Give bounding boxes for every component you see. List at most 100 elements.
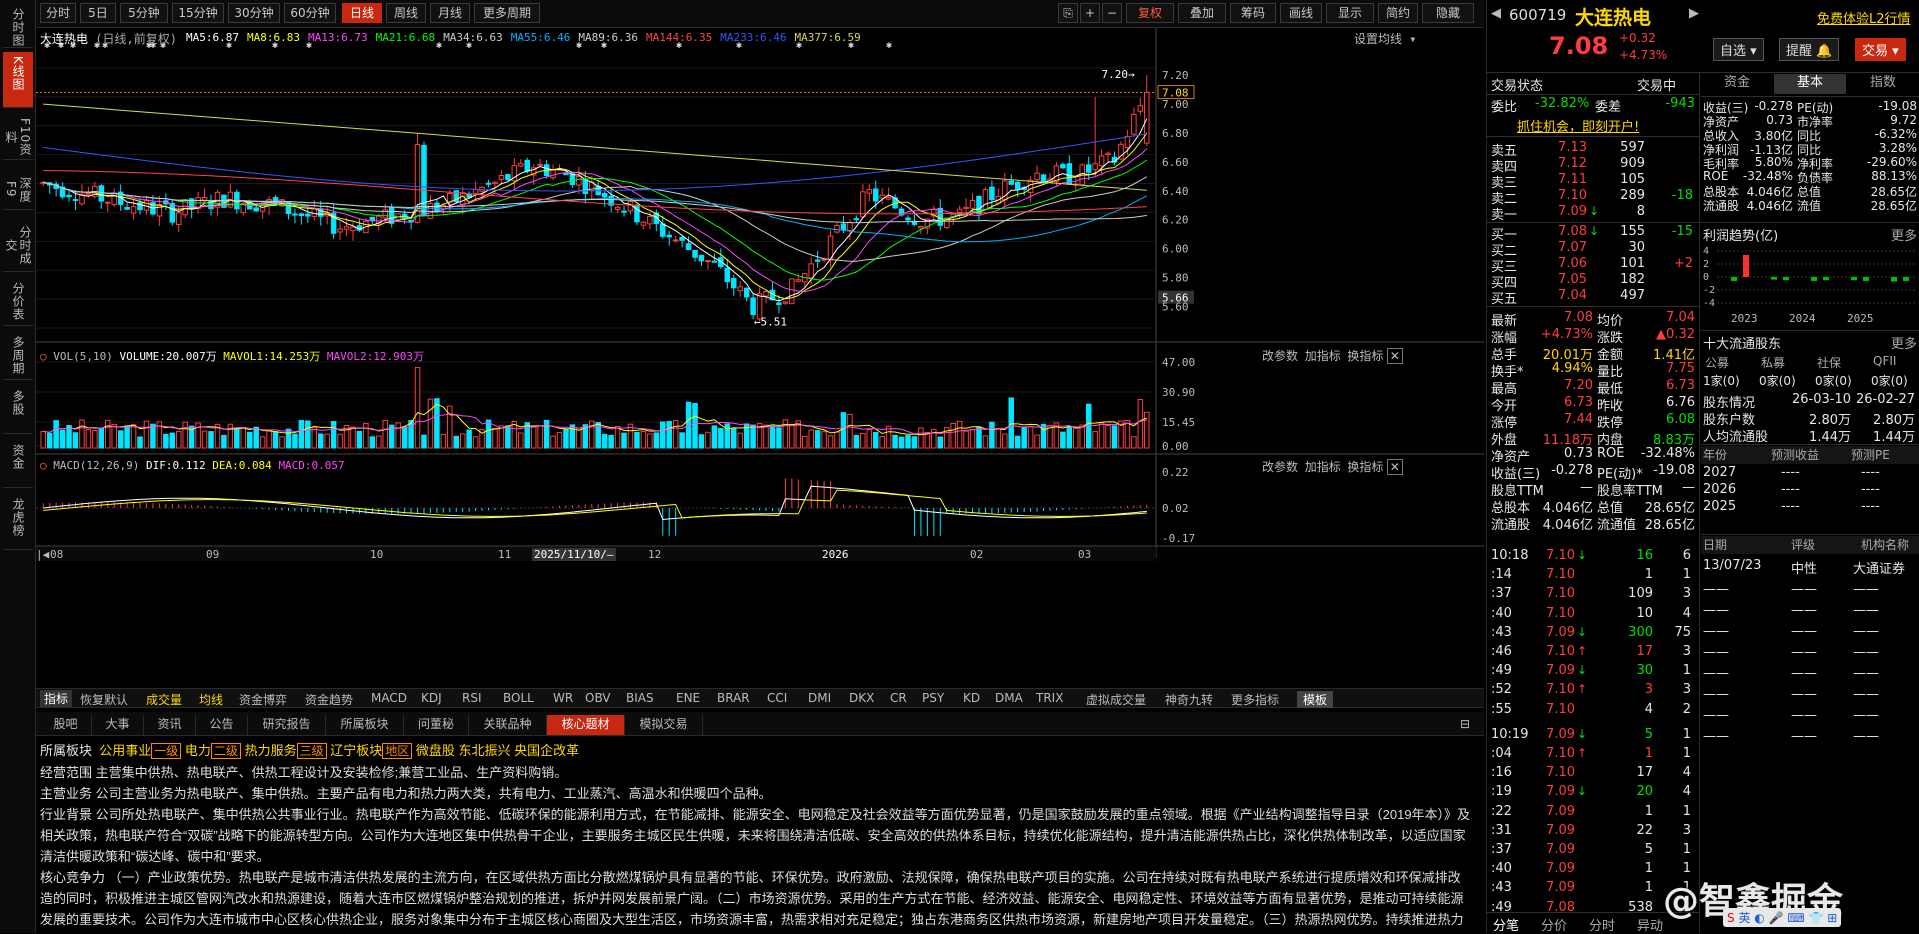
- indicator-tab[interactable]: BOLL: [503, 691, 534, 705]
- vol-actions[interactable]: 改参数 加指标 换指标 ✕: [1262, 347, 1403, 364]
- sector-item[interactable]: 公用事业: [99, 743, 151, 758]
- period-tab[interactable]: 5日: [80, 3, 116, 23]
- indicator-tab[interactable]: MACD: [371, 691, 407, 705]
- indicator-tab[interactable]: RSI: [462, 691, 482, 705]
- tick-tab[interactable]: 分价: [1541, 915, 1567, 934]
- sector-item[interactable]: 微盘股: [416, 743, 455, 758]
- fuquan-dropdown[interactable]: 复权: [1126, 3, 1174, 23]
- fund-tab[interactable]: 指数: [1847, 74, 1919, 94]
- period-tab[interactable]: 60分钟: [284, 3, 336, 23]
- period-tab[interactable]: 30分钟: [228, 3, 280, 23]
- zoom-out-icon[interactable]: −: [1102, 3, 1122, 23]
- nav-kline[interactable]: K线图: [3, 52, 33, 108]
- indicator-tab[interactable]: PSY: [922, 691, 944, 705]
- draw-button[interactable]: 画线: [1280, 3, 1322, 23]
- nav-funds[interactable]: 资金: [3, 440, 33, 488]
- more-link[interactable]: 更多: [1891, 333, 1917, 352]
- indicator-tab[interactable]: BIAS: [626, 691, 654, 705]
- volume-bar: [847, 413, 853, 449]
- nav-multi-stock[interactable]: 多股: [3, 386, 33, 434]
- lock-icon[interactable]: ⎘: [1058, 3, 1078, 23]
- sector-item[interactable]: 电力: [185, 743, 211, 758]
- indicator-tab[interactable]: 神奇九转: [1165, 691, 1213, 708]
- nav-price-table[interactable]: 分价表: [3, 278, 33, 326]
- indicator-tab[interactable]: DMA: [995, 691, 1023, 705]
- trial-link[interactable]: 免费体验L2行情: [1817, 8, 1911, 27]
- info-tab[interactable]: 模拟交易: [625, 715, 703, 735]
- info-tab[interactable]: 股吧: [40, 715, 92, 735]
- indicator-tab[interactable]: DKX: [849, 691, 874, 705]
- tick-time: 10:18: [1491, 548, 1529, 563]
- ime-tray[interactable]: S 英 ◐ 🎤 ⌨ 👕 ⊞: [1723, 908, 1842, 927]
- indicator-tab[interactable]: CCI: [767, 691, 787, 705]
- period-tab[interactable]: 月线: [430, 3, 470, 23]
- kline-chart-area[interactable]: 7.20 7.00 6.80 6.60 6.40 6.20 6.00 5.80 5.66 5.60…: [36, 28, 1484, 670]
- more-link[interactable]: 更多: [1891, 225, 1917, 244]
- trade-button[interactable]: 交易 ▾: [1855, 38, 1906, 61]
- macd-actions[interactable]: 改参数 加指标 换指标 ✕: [1262, 458, 1403, 475]
- sector-item[interactable]: 热力服务: [245, 743, 297, 758]
- indicator-tab[interactable]: CR: [890, 691, 907, 705]
- more-periods-dropdown[interactable]: 更多周期: [474, 3, 540, 23]
- collapse-icon[interactable]: ⊟: [1454, 715, 1476, 735]
- indicator-tab[interactable]: 虚拟成交量: [1086, 691, 1146, 708]
- info-tab[interactable]: 公告: [196, 715, 248, 735]
- nav-fenshi[interactable]: 分时图: [3, 4, 33, 48]
- indicator-tab[interactable]: KD: [963, 691, 980, 705]
- promo-link[interactable]: 抓住机会，即刻开户!: [1517, 116, 1639, 135]
- indicator-tab[interactable]: ENE: [676, 691, 700, 705]
- tick-tab[interactable]: 分时: [1589, 915, 1615, 934]
- indicator-tab[interactable]: OBV: [585, 691, 611, 705]
- info-tab[interactable]: 关联品种: [469, 715, 547, 735]
- chip-dropdown[interactable]: 筹码: [1230, 3, 1276, 23]
- fund-tab[interactable]: 资金: [1701, 74, 1773, 94]
- indicator-tab[interactable]: 模板: [1297, 691, 1334, 708]
- display-dropdown[interactable]: 显示: [1326, 3, 1374, 23]
- ma-value: MA34:6.63: [443, 31, 503, 44]
- indicator-tab[interactable]: 指标: [40, 690, 73, 707]
- volume-bar: [601, 433, 608, 449]
- indicator-tab[interactable]: 更多指标: [1231, 691, 1279, 708]
- fund-tab[interactable]: 基本: [1774, 74, 1846, 94]
- info-tab[interactable]: 大事: [92, 715, 144, 735]
- tick-tab[interactable]: 分笔: [1493, 915, 1519, 934]
- indicator-tab[interactable]: TRIX: [1036, 691, 1063, 705]
- info-tab[interactable]: 所属板块: [326, 715, 404, 735]
- next-stock-icon[interactable]: ▶: [1689, 6, 1699, 21]
- info-tab[interactable]: 问董秘: [404, 715, 469, 735]
- period-tab[interactable]: 5分钟: [120, 3, 168, 23]
- period-tab[interactable]: 15分钟: [172, 3, 224, 23]
- nav-ticks[interactable]: 分时成交: [3, 216, 33, 272]
- indicator-tab[interactable]: 均线: [199, 691, 223, 708]
- sector-item[interactable]: 央国企改革: [514, 743, 579, 758]
- watchlist-button[interactable]: 自选 ▾: [1713, 38, 1764, 61]
- indicator-tab[interactable]: BRAR: [717, 691, 750, 705]
- nav-f10[interactable]: F10资料: [3, 112, 33, 160]
- tick-tab[interactable]: 异动: [1637, 915, 1663, 934]
- period-tab[interactable]: 分时: [40, 3, 76, 23]
- indicator-tab[interactable]: 恢复默认: [80, 691, 128, 708]
- sector-item[interactable]: 东北振兴: [459, 743, 511, 758]
- indicator-tab[interactable]: DMI: [808, 691, 831, 705]
- sector-item[interactable]: 辽宁板块: [330, 743, 382, 758]
- indicator-tab[interactable]: KDJ: [421, 691, 442, 705]
- alert-button[interactable]: 提醒 🔔: [1779, 38, 1840, 61]
- nav-multi-period[interactable]: 多周期: [3, 332, 33, 380]
- overlay-dropdown[interactable]: 叠加: [1178, 3, 1226, 23]
- indicator-tab[interactable]: WR: [553, 691, 573, 705]
- nav-dragon-tiger[interactable]: 龙虎榜: [3, 494, 33, 550]
- ma-settings[interactable]: 设置均线 ▾: [1354, 30, 1416, 47]
- info-tab[interactable]: 研究报告: [248, 715, 326, 735]
- prev-stock-icon[interactable]: ◀: [1491, 6, 1501, 21]
- period-tab-daily[interactable]: 日线: [342, 3, 382, 23]
- info-tab[interactable]: 资讯: [144, 715, 196, 735]
- indicator-tab[interactable]: 资金博弈: [239, 691, 287, 708]
- brief-button[interactable]: 简约: [1378, 3, 1418, 23]
- indicator-tab[interactable]: 成交量: [146, 691, 182, 708]
- indicator-tab[interactable]: 资金趋势: [305, 691, 353, 708]
- info-tab[interactable]: 核心题材: [547, 715, 625, 735]
- hide-button[interactable]: 隐藏: [1422, 3, 1474, 23]
- nav-depth[interactable]: 深度F9: [3, 166, 33, 210]
- period-tab[interactable]: 周线: [386, 3, 426, 23]
- zoom-in-icon[interactable]: +: [1080, 3, 1100, 23]
